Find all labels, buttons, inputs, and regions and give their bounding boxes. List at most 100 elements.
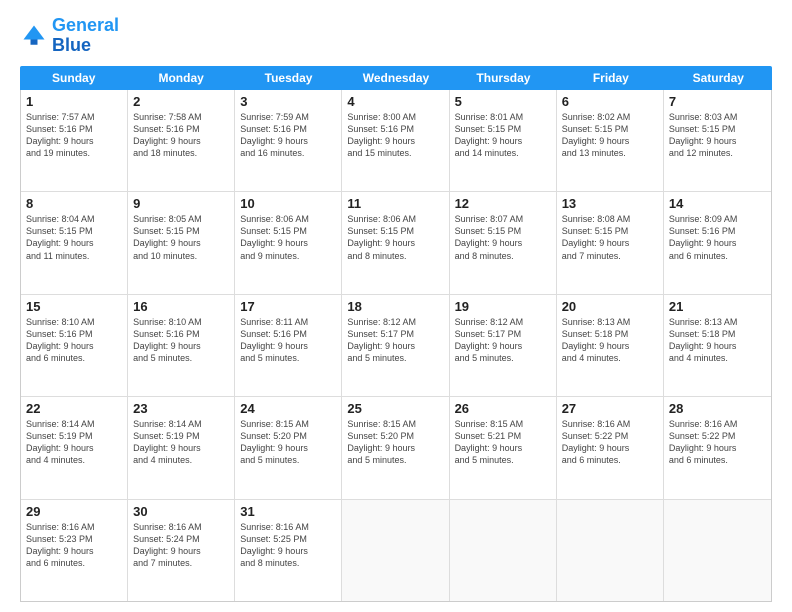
cell-line: Sunset: 5:16 PM: [347, 123, 443, 135]
cell-line: Sunrise: 8:12 AM: [347, 316, 443, 328]
calendar-cell: 16Sunrise: 8:10 AMSunset: 5:16 PMDayligh…: [128, 295, 235, 396]
day-number: 1: [26, 94, 122, 109]
day-number: 6: [562, 94, 658, 109]
cell-line: and 11 minutes.: [26, 250, 122, 262]
cell-line: and 5 minutes.: [240, 454, 336, 466]
calendar-row: 15Sunrise: 8:10 AMSunset: 5:16 PMDayligh…: [21, 295, 771, 397]
cell-line: Sunset: 5:16 PM: [669, 225, 766, 237]
cell-line: Sunrise: 8:04 AM: [26, 213, 122, 225]
day-number: 4: [347, 94, 443, 109]
cell-line: and 15 minutes.: [347, 147, 443, 159]
day-number: 9: [133, 196, 229, 211]
calendar-cell: 25Sunrise: 8:15 AMSunset: 5:20 PMDayligh…: [342, 397, 449, 498]
cell-line: and 5 minutes.: [455, 352, 551, 364]
cell-line: and 5 minutes.: [133, 352, 229, 364]
calendar-cell: 22Sunrise: 8:14 AMSunset: 5:19 PMDayligh…: [21, 397, 128, 498]
cell-line: Daylight: 9 hours: [133, 237, 229, 249]
day-number: 21: [669, 299, 766, 314]
logo: General Blue: [20, 16, 119, 56]
calendar-cell: 6Sunrise: 8:02 AMSunset: 5:15 PMDaylight…: [557, 90, 664, 191]
cell-line: Daylight: 9 hours: [347, 237, 443, 249]
cell-line: Sunset: 5:15 PM: [240, 225, 336, 237]
cell-line: Sunset: 5:19 PM: [133, 430, 229, 442]
day-number: 26: [455, 401, 551, 416]
cell-line: Sunrise: 7:59 AM: [240, 111, 336, 123]
calendar-row: 1Sunrise: 7:57 AMSunset: 5:16 PMDaylight…: [21, 90, 771, 192]
cell-line: Daylight: 9 hours: [669, 442, 766, 454]
day-number: 19: [455, 299, 551, 314]
cell-line: and 12 minutes.: [669, 147, 766, 159]
day-number: 15: [26, 299, 122, 314]
calendar-cell: 18Sunrise: 8:12 AMSunset: 5:17 PMDayligh…: [342, 295, 449, 396]
calendar-cell: 19Sunrise: 8:12 AMSunset: 5:17 PMDayligh…: [450, 295, 557, 396]
day-number: 22: [26, 401, 122, 416]
cell-line: Daylight: 9 hours: [240, 442, 336, 454]
cell-line: Sunrise: 8:15 AM: [347, 418, 443, 430]
cell-line: Sunrise: 8:08 AM: [562, 213, 658, 225]
cell-line: Daylight: 9 hours: [562, 237, 658, 249]
day-number: 24: [240, 401, 336, 416]
calendar-cell: 3Sunrise: 7:59 AMSunset: 5:16 PMDaylight…: [235, 90, 342, 191]
cell-line: Daylight: 9 hours: [669, 135, 766, 147]
day-number: 11: [347, 196, 443, 211]
cell-line: Daylight: 9 hours: [240, 340, 336, 352]
calendar-cell: [557, 500, 664, 601]
cell-line: and 7 minutes.: [133, 557, 229, 569]
cell-line: Sunrise: 8:10 AM: [133, 316, 229, 328]
calendar-cell: 21Sunrise: 8:13 AMSunset: 5:18 PMDayligh…: [664, 295, 771, 396]
cell-line: and 10 minutes.: [133, 250, 229, 262]
calendar-cell: 2Sunrise: 7:58 AMSunset: 5:16 PMDaylight…: [128, 90, 235, 191]
cell-line: and 5 minutes.: [455, 454, 551, 466]
cell-line: and 6 minutes.: [669, 454, 766, 466]
day-number: 2: [133, 94, 229, 109]
cell-line: Sunset: 5:24 PM: [133, 533, 229, 545]
day-number: 12: [455, 196, 551, 211]
cell-line: Daylight: 9 hours: [240, 135, 336, 147]
calendar-cell: 1Sunrise: 7:57 AMSunset: 5:16 PMDaylight…: [21, 90, 128, 191]
day-number: 5: [455, 94, 551, 109]
day-number: 29: [26, 504, 122, 519]
calendar-body: 1Sunrise: 7:57 AMSunset: 5:16 PMDaylight…: [20, 90, 772, 602]
cell-line: Sunrise: 8:11 AM: [240, 316, 336, 328]
cell-line: Daylight: 9 hours: [133, 340, 229, 352]
cell-line: Daylight: 9 hours: [133, 545, 229, 557]
calendar-cell: 12Sunrise: 8:07 AMSunset: 5:15 PMDayligh…: [450, 192, 557, 293]
day-number: 14: [669, 196, 766, 211]
calendar-row: 22Sunrise: 8:14 AMSunset: 5:19 PMDayligh…: [21, 397, 771, 499]
cell-line: and 8 minutes.: [347, 250, 443, 262]
cell-line: and 6 minutes.: [26, 352, 122, 364]
cell-line: Sunrise: 8:02 AM: [562, 111, 658, 123]
cell-line: Sunset: 5:22 PM: [669, 430, 766, 442]
calendar-cell: 24Sunrise: 8:15 AMSunset: 5:20 PMDayligh…: [235, 397, 342, 498]
cell-line: Sunset: 5:21 PM: [455, 430, 551, 442]
cell-line: Daylight: 9 hours: [133, 135, 229, 147]
cell-line: and 6 minutes.: [669, 250, 766, 262]
cell-line: and 8 minutes.: [240, 557, 336, 569]
cell-line: Sunset: 5:20 PM: [347, 430, 443, 442]
cell-line: Daylight: 9 hours: [26, 340, 122, 352]
calendar-cell: [664, 500, 771, 601]
calendar-cell: 20Sunrise: 8:13 AMSunset: 5:18 PMDayligh…: [557, 295, 664, 396]
day-number: 13: [562, 196, 658, 211]
day-number: 23: [133, 401, 229, 416]
calendar-cell: [450, 500, 557, 601]
calendar-cell: 4Sunrise: 8:00 AMSunset: 5:16 PMDaylight…: [342, 90, 449, 191]
cell-line: and 4 minutes.: [133, 454, 229, 466]
calendar-cell: 9Sunrise: 8:05 AMSunset: 5:15 PMDaylight…: [128, 192, 235, 293]
cell-line: Sunrise: 7:58 AM: [133, 111, 229, 123]
cell-line: Sunset: 5:15 PM: [562, 123, 658, 135]
header-day-thursday: Thursday: [450, 66, 557, 90]
calendar-cell: 14Sunrise: 8:09 AMSunset: 5:16 PMDayligh…: [664, 192, 771, 293]
day-number: 16: [133, 299, 229, 314]
day-number: 25: [347, 401, 443, 416]
cell-line: Sunset: 5:15 PM: [26, 225, 122, 237]
calendar-cell: 23Sunrise: 8:14 AMSunset: 5:19 PMDayligh…: [128, 397, 235, 498]
cell-line: and 7 minutes.: [562, 250, 658, 262]
day-number: 30: [133, 504, 229, 519]
cell-line: Daylight: 9 hours: [240, 545, 336, 557]
day-number: 28: [669, 401, 766, 416]
cell-line: Daylight: 9 hours: [347, 340, 443, 352]
calendar-cell: 30Sunrise: 8:16 AMSunset: 5:24 PMDayligh…: [128, 500, 235, 601]
cell-line: Daylight: 9 hours: [455, 340, 551, 352]
cell-line: Sunrise: 8:10 AM: [26, 316, 122, 328]
